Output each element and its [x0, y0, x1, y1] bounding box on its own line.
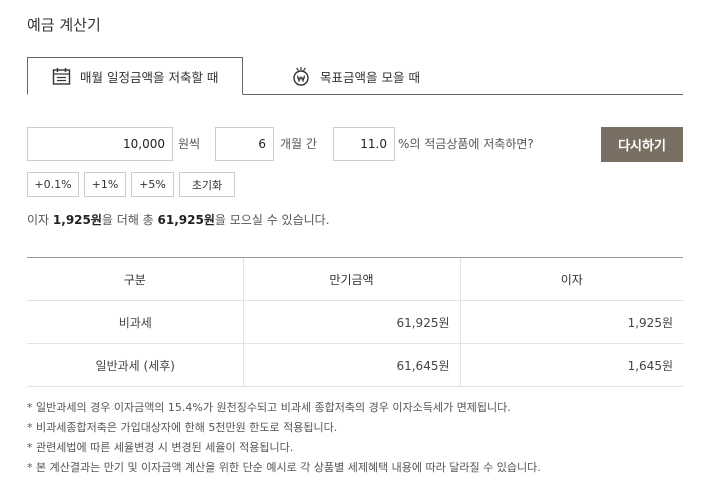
tab-monthly-saving-label: 매월 일정금액을 저축할 때 — [80, 69, 219, 85]
note-item: * 일반과세의 경우 이자금액의 15.4%가 원천징수되고 비과세 종합저축의… — [27, 401, 511, 414]
result-middle: 을 더해 총 — [101, 213, 154, 227]
tab-target-amount[interactable]: 목표금액을 모을 때 — [243, 57, 683, 95]
tab-target-amount-label: 목표금액을 모을 때 — [320, 69, 420, 85]
plus-0.1-percent-button[interactable]: +0.1% — [27, 172, 79, 197]
result-suffix: 을 모으실 수 있습니다. — [214, 213, 330, 227]
table-row: 일반과세 (세후) 61,645원 1,645원 — [27, 343, 683, 387]
header-interest: 이자 — [459, 257, 683, 301]
result-table: 구분 만기금액 이자 비과세 61,925원 1,925원 일반과세 (세후) … — [27, 257, 683, 387]
mode-tabs: 매월 일정금액을 저축할 때 목표금액을 모을 때 — [27, 57, 683, 95]
header-maturity-amount: 만기금액 — [242, 257, 460, 301]
amount-input[interactable] — [27, 127, 173, 161]
reset-button[interactable]: 초기화 — [179, 172, 235, 197]
recalculate-button[interactable]: 다시하기 — [601, 127, 683, 162]
tab-monthly-saving[interactable]: 매월 일정금액을 저축할 때 — [27, 57, 243, 95]
row-maturity-amount: 61,925원 — [242, 300, 460, 344]
row-category: 비과세 — [27, 300, 243, 344]
table-header-row: 구분 만기금액 이자 — [27, 257, 683, 301]
plus-5-percent-button[interactable]: +5% — [131, 172, 174, 197]
row-interest: 1,645원 — [459, 343, 683, 387]
months-input[interactable] — [215, 127, 274, 161]
note-item: * 관련세법에 따른 세율변경 시 변경된 세율이 적용됩니다. — [27, 441, 294, 454]
note-item: * 본 계산결과는 만기 및 이자금액 계산을 위한 단순 예시로 각 상품별 … — [27, 461, 541, 474]
rate-suffix-label: %의 적금상품에 저축하면? — [398, 137, 534, 151]
result-interest: 1,925원 — [52, 213, 102, 227]
row-category: 일반과세 (세후) — [27, 343, 243, 387]
row-interest: 1,925원 — [459, 300, 683, 344]
row-maturity-amount: 61,645원 — [242, 343, 460, 387]
notes: * 일반과세의 경우 이자금액의 15.4%가 원천징수되고 비과세 종합저축의… — [27, 398, 541, 478]
note-item: * 비과세종합저축은 가입대상자에 한해 5천만원 한도로 적용됩니다. — [27, 421, 338, 434]
header-category: 구분 — [27, 257, 243, 301]
result-prefix: 이자 — [27, 213, 50, 227]
result-summary: 이자 1,925원을 더해 총 61,925원을 모으실 수 있습니다. — [27, 211, 330, 228]
rate-input[interactable] — [333, 127, 395, 161]
plus-1-percent-button[interactable]: +1% — [84, 172, 126, 197]
months-unit-label: 개월 간 — [280, 137, 317, 151]
result-total: 61,925원 — [157, 213, 215, 227]
calendar-icon — [52, 67, 71, 85]
won-coin-icon — [293, 67, 309, 86]
table-row: 비과세 61,925원 1,925원 — [27, 300, 683, 344]
amount-unit-label: 원씩 — [178, 137, 201, 151]
page-title: 예금 계산기 — [27, 16, 101, 34]
